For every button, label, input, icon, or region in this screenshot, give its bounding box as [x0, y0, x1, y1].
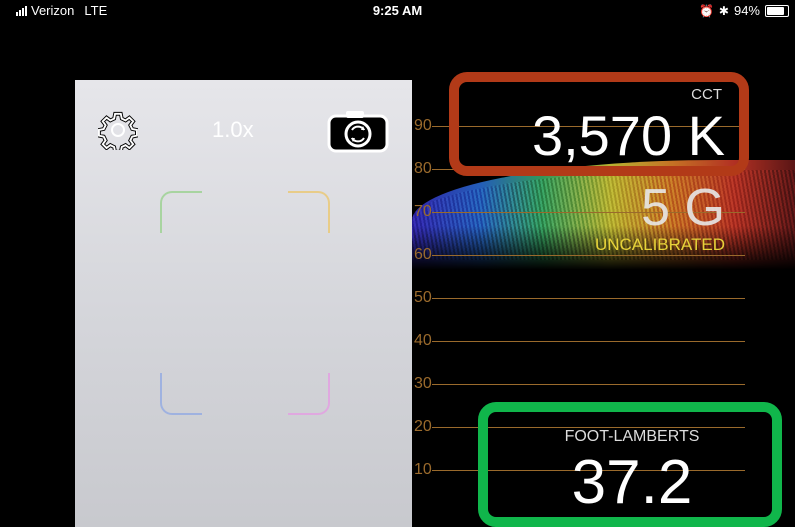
status-right: ⏰ ✱ 94%	[699, 3, 789, 18]
zoom-level[interactable]: 1.0x	[212, 117, 254, 143]
gear-icon[interactable]	[98, 110, 138, 150]
tint-value: 5 G	[641, 179, 725, 237]
status-time: 9:25 AM	[372, 3, 423, 18]
camera-switch-icon[interactable]	[326, 108, 390, 154]
battery-icon	[765, 4, 789, 17]
alarm-icon: ⏰	[698, 3, 714, 18]
focus-frame-corner-top-right	[288, 191, 330, 233]
foot-lamberts-label: FOOT-LAMBERTS	[564, 428, 700, 445]
battery-percent: 94%	[733, 3, 760, 18]
grid-tick-label: 80	[414, 160, 432, 177]
calibration-status[interactable]: UNCALIBRATED	[555, 235, 725, 255]
grid-line	[432, 384, 745, 385]
bluetooth-icon: ✱	[718, 3, 729, 18]
foot-lamberts-value: 37.2	[571, 448, 693, 517]
grid-tick-label: 40	[414, 332, 432, 349]
cct-value: 3,570 K	[531, 104, 725, 167]
focus-frame-corner-bottom-left	[160, 373, 202, 415]
grid-line	[432, 341, 745, 342]
cct-label: CCT	[691, 86, 722, 103]
grid-line	[432, 298, 745, 299]
grid-line	[432, 255, 745, 256]
focus-frame-corner-top-left	[160, 191, 202, 233]
grid-tick-label: 30	[414, 375, 432, 392]
status-bar: Verizon LTE 9:25 AM ⏰ ✱ 94%	[0, 0, 795, 22]
grid-tick-label: 70	[414, 203, 432, 220]
grid-tick-label: 50	[414, 289, 432, 306]
grid-tick-label: 60	[414, 246, 432, 263]
grid-tick-label: 20	[414, 418, 432, 435]
grid-tick-label: 90	[414, 117, 432, 134]
focus-frame-corner-bottom-right	[288, 373, 330, 415]
grid-tick-label: 10	[414, 461, 432, 478]
